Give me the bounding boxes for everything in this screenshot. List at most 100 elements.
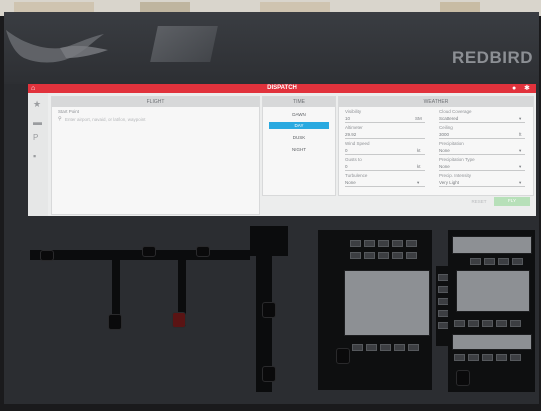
ceiling-unit: ft (519, 132, 522, 137)
mfd-lower-display (452, 334, 532, 350)
document-icon[interactable]: P (33, 133, 38, 142)
avionics-display (344, 270, 430, 336)
softkey[interactable] (406, 252, 417, 259)
control-knob[interactable] (262, 302, 276, 318)
softkey[interactable] (482, 320, 493, 327)
cloud-coverage-select[interactable]: Scattered (439, 116, 458, 121)
control-knob[interactable] (196, 246, 210, 257)
softkey[interactable] (484, 258, 495, 265)
precip-intensity-underline (439, 186, 525, 187)
folder-icon[interactable]: ▬ (33, 117, 42, 127)
start-point-label: Start Point (58, 109, 80, 114)
start-point-search-input[interactable]: ⚲ Enter airport, navaid, or lat/lon, way… (58, 116, 198, 123)
softkey[interactable] (364, 240, 375, 247)
gust-unit: kt (417, 164, 421, 169)
ceiling-field[interactable]: 3000 (439, 132, 449, 137)
softkey[interactable] (496, 354, 507, 361)
softkey[interactable] (468, 354, 479, 361)
flight-panel: FLIGHT Start Point ⚲ Enter airport, nava… (51, 96, 260, 215)
ceiling-label: Ceiling (439, 125, 453, 130)
softkey[interactable] (350, 240, 361, 247)
time-option-night[interactable]: NIGHT (269, 146, 329, 153)
altimeter-label: Altimeter (345, 125, 363, 130)
softkey[interactable] (394, 344, 405, 351)
time-panel-header: TIME (263, 97, 335, 107)
brand-logo: REDBIRD (452, 48, 533, 67)
softkey[interactable] (510, 320, 521, 327)
softkey[interactable] (454, 354, 465, 361)
avionics-hardware (0, 226, 535, 392)
softkey[interactable] (510, 354, 521, 361)
turbulence-underline (345, 186, 425, 187)
star-icon[interactable]: ★ (33, 99, 41, 110)
softkey[interactable] (378, 240, 389, 247)
weather-panel: WEATHER Visibility 10 SM Altimeter 29.92… (338, 96, 534, 196)
reset-button[interactable]: RESET (468, 198, 490, 206)
control-knob[interactable] (40, 250, 54, 261)
time-option-dusk[interactable]: DUSK (269, 134, 329, 141)
precip-intensity-label: Precip. Intensity (439, 173, 472, 178)
precipitation-label: Precipitation (439, 141, 464, 146)
search-icon: ⚲ (58, 116, 62, 122)
control-knob[interactable] (336, 348, 350, 364)
control-knob[interactable] (108, 314, 122, 330)
softkey[interactable] (366, 344, 377, 351)
gust-field[interactable]: 0 (345, 164, 348, 169)
precip-intensity-select[interactable]: Very Light (439, 180, 459, 185)
dispatch-screen: ⌂ DISPATCH ● ✱ ★ ▬ P ▪ FLIGHT Start Poin… (28, 84, 536, 216)
control-knob[interactable] (172, 312, 186, 328)
hardware-block (250, 226, 288, 256)
ceiling-underline (439, 138, 525, 139)
wind-speed-field[interactable]: 0 (345, 148, 348, 153)
softkey[interactable] (470, 258, 481, 265)
softkey[interactable] (512, 258, 523, 265)
softkey[interactable] (498, 258, 509, 265)
softkey[interactable] (468, 320, 479, 327)
wall-panel: REDBIRD (4, 12, 539, 84)
weather-panel-header: WEATHER (339, 97, 533, 107)
softkey[interactable] (454, 320, 465, 327)
settings-icon[interactable]: ✱ (524, 85, 530, 92)
precipitation-select[interactable]: None (439, 148, 450, 153)
visibility-unit: SM (415, 116, 422, 121)
precip-type-label: Precipitation Type (439, 157, 475, 162)
softkey[interactable] (392, 252, 403, 259)
time-option-dawn[interactable]: DAWN (269, 111, 329, 118)
side-rail: ★ ▬ P ▪ (28, 93, 48, 216)
flight-panel-header: FLIGHT (52, 97, 259, 107)
softkey[interactable] (378, 252, 389, 259)
time-option-day[interactable]: DAY (269, 122, 329, 129)
screen-glare (150, 26, 218, 62)
fly-button[interactable]: FLY (494, 197, 530, 206)
app-title: DISPATCH (267, 85, 297, 91)
altimeter-underline (345, 138, 425, 139)
precip-type-underline (439, 170, 525, 171)
visibility-underline (345, 122, 425, 123)
title-bar: ⌂ DISPATCH ● ✱ (28, 84, 536, 93)
softkey[interactable] (482, 354, 493, 361)
wind-speed-unit: kt (417, 148, 421, 153)
visibility-label: Visibility (345, 109, 362, 114)
softkey[interactable] (364, 252, 375, 259)
gust-label: Gusts to (345, 157, 362, 162)
softkey[interactable] (352, 344, 363, 351)
control-knob[interactable] (456, 370, 470, 386)
altimeter-field[interactable]: 29.92 (345, 132, 356, 137)
search-placeholder: Enter airport, navaid, or lat/lon, waypo… (65, 117, 146, 122)
softkey[interactable] (406, 240, 417, 247)
softkey[interactable] (392, 240, 403, 247)
control-knob[interactable] (142, 246, 156, 257)
visibility-field[interactable]: 10 (345, 116, 350, 121)
turbulence-select[interactable]: None (345, 180, 356, 185)
hardware-rail (30, 250, 250, 260)
precip-type-select[interactable]: None (439, 164, 450, 169)
user-icon[interactable]: ● (512, 85, 516, 92)
list-icon[interactable]: ▪ (33, 151, 36, 161)
softkey[interactable] (350, 252, 361, 259)
mfd-display (456, 270, 530, 312)
gust-underline (345, 170, 425, 171)
softkey[interactable] (380, 344, 391, 351)
control-knob[interactable] (262, 366, 276, 382)
softkey[interactable] (496, 320, 507, 327)
softkey[interactable] (408, 344, 419, 351)
